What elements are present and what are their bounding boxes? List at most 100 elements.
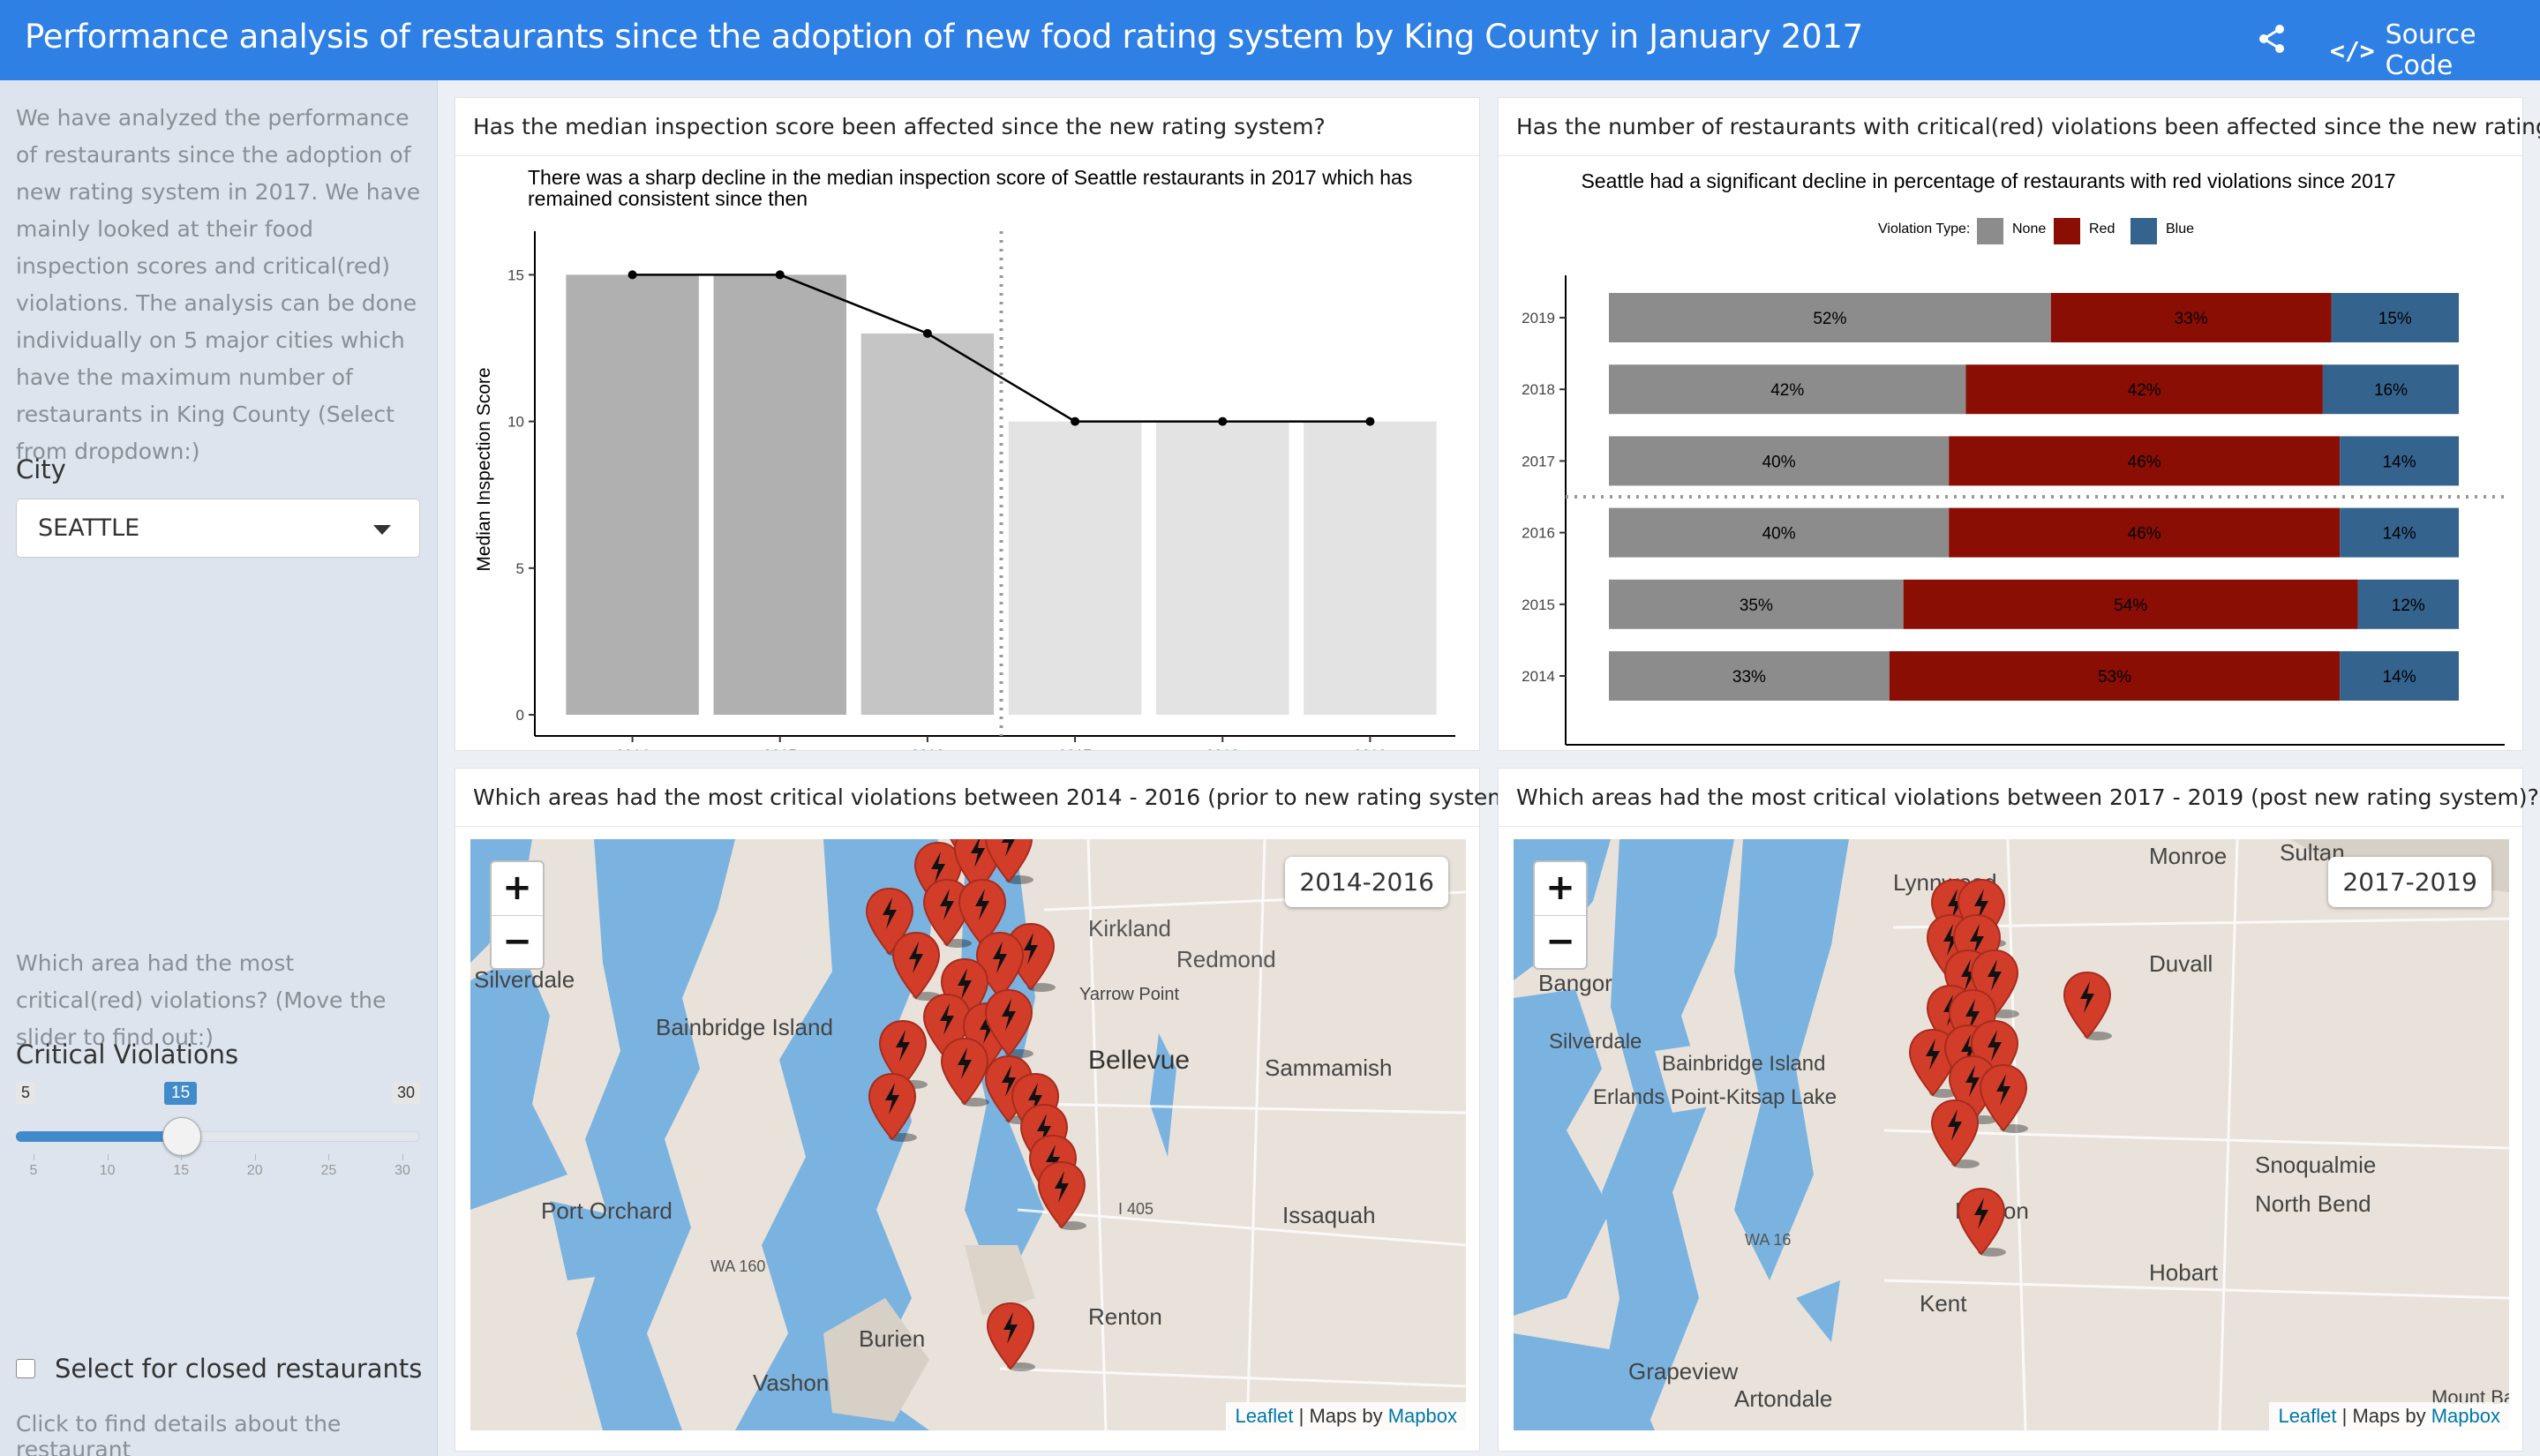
chart2-data-label: 14% xyxy=(2383,668,2416,687)
map-pre-zoom-out-button[interactable]: − xyxy=(492,915,543,968)
map-post-panel-title: Which areas had the most critical violat… xyxy=(1499,769,2539,827)
slider-handle[interactable] xyxy=(162,1117,201,1156)
attribution-separator: | Maps by xyxy=(2336,1405,2431,1427)
map-post-place-5: Silverdale xyxy=(1549,1030,1642,1054)
city-select-value: SEATTLE xyxy=(38,514,140,542)
chart2-data-label: 52% xyxy=(1813,310,1846,328)
chart1-point xyxy=(627,270,637,280)
app-header: Performance analysis of restaurants sinc… xyxy=(0,0,2540,81)
chart1-y-tick-label: 10 xyxy=(507,414,524,431)
chart1-x-tick-label: 2016 xyxy=(911,747,944,750)
chart2-data-label: 33% xyxy=(2175,310,2208,328)
chart1-x-tick-label: 2017 xyxy=(1058,747,1092,750)
source-code-label: Source Code xyxy=(2385,19,2476,81)
map-pre-lightning-marker-icon[interactable] xyxy=(1035,1160,1088,1231)
slider-tick-label: 30 xyxy=(395,1163,410,1178)
chart2-data-label: 42% xyxy=(1770,381,1804,400)
chart1-ylabel: Median Inspection Score xyxy=(474,367,494,571)
chart2-data-label: 42% xyxy=(2128,381,2161,400)
map-pre-place-0: Kirkland xyxy=(1088,915,1171,942)
chart1-point xyxy=(1365,417,1375,426)
chart1-bar xyxy=(1304,421,1437,715)
map-pre-place-4: Bellevue xyxy=(1088,1046,1190,1075)
map-post-place-11: Hobart xyxy=(2149,1259,2219,1286)
chart2-y-tick-label: 2015 xyxy=(1522,597,1555,613)
closed-restaurants-option[interactable]: Select for closed restaurants xyxy=(16,1354,422,1384)
mapbox-link[interactable]: Mapbox xyxy=(1388,1405,1457,1427)
slider-tick xyxy=(402,1154,403,1160)
code-icon: </> xyxy=(2330,35,2375,65)
mapbox-link[interactable]: Mapbox xyxy=(2431,1405,2500,1427)
chart1-y-tick-label: 15 xyxy=(507,266,524,283)
page-title: Performance analysis of restaurants sinc… xyxy=(25,18,1863,56)
critical-violations-slider[interactable]: 5 15 30 5 10 15 20 25 30 xyxy=(16,1082,420,1179)
map-post-attribution: Leaflet | Maps by Mapbox xyxy=(2269,1402,2509,1430)
map-pre[interactable]: Kirkland Redmond Bainbridge Island Silve… xyxy=(470,839,1466,1430)
slider-tick-label: 15 xyxy=(173,1163,190,1178)
map-pre-panel-title: Which areas had the most critical violat… xyxy=(455,769,1529,827)
chart1-bar xyxy=(1156,421,1289,715)
chart2-data-label: 15% xyxy=(2378,310,2412,328)
map-post-lightning-marker-icon[interactable] xyxy=(1928,1099,1981,1169)
slider-ticks: 5 10 15 20 25 30 xyxy=(16,1154,420,1181)
map-post-basemap[interactable]: Lynnwood Monroe Sultan Bangor Duvall Sil… xyxy=(1514,839,2509,1430)
map-pre-attribution: Leaflet | Maps by Mapbox xyxy=(1226,1402,1466,1430)
map-pre-lightning-marker-icon[interactable] xyxy=(890,931,943,1002)
slider-tick-label: 20 xyxy=(246,1163,263,1178)
share-icon[interactable] xyxy=(2255,21,2290,56)
map-post-panel: Which areas had the most critical violat… xyxy=(1498,768,2539,1452)
chart2-y-tick-label: 2017 xyxy=(1522,453,1555,469)
violations-panel-title: Has the number of restaurants with criti… xyxy=(1499,98,2540,156)
map-pre-place-5: Sammamish xyxy=(1265,1054,1392,1081)
map-pre-panel: Which areas had the most critical violat… xyxy=(455,768,1529,1452)
slider-tick xyxy=(328,1154,330,1160)
map-post-place-6: Bainbridge Island xyxy=(1662,1052,1825,1076)
details-hint: Click to find details about the restaura… xyxy=(16,1411,342,1456)
source-code-link[interactable]: </> Source Code xyxy=(2330,19,2540,81)
slider-tick-label: 5 xyxy=(29,1163,38,1178)
map-post-place-1: Monroe xyxy=(2149,843,2227,869)
map-post[interactable]: Lynnwood Monroe Sultan Bangor Duvall Sil… xyxy=(1514,839,2509,1430)
map-post-lightning-marker-icon[interactable] xyxy=(1977,1063,2030,1134)
map-post-zoom-in-button[interactable]: + xyxy=(1535,862,1586,915)
city-label: City xyxy=(16,454,66,484)
map-pre-place-7: Port Orchard xyxy=(541,1197,673,1224)
map-pre-place-12: WA 160 xyxy=(710,1257,765,1275)
chart2-data-label: 12% xyxy=(2392,597,2425,615)
critical-violations-label: Critical Violations xyxy=(16,1039,239,1069)
map-pre-place-6: Yarrow Point xyxy=(1079,985,1179,1004)
map-pre-place-2: Bainbridge Island xyxy=(656,1014,833,1040)
map-pre-zoom-control: + − xyxy=(490,860,545,970)
chart1-title-line1: There was a sharp decline in the median … xyxy=(528,166,1412,189)
chart1-x-tick-label: 2014 xyxy=(616,747,650,750)
map-pre-place-13: I 405 xyxy=(1118,1200,1154,1218)
chart2-legend-label: Blue xyxy=(2166,221,2194,236)
median-score-panel: Has the median inspection score been aff… xyxy=(455,97,1480,763)
chart2-data-label: 46% xyxy=(2128,525,2161,544)
map-post-lightning-marker-icon[interactable] xyxy=(2061,971,2114,1041)
closed-restaurants-checkbox[interactable] xyxy=(16,1359,35,1378)
map-pre-place-3: Silverdale xyxy=(474,966,575,993)
chart2-data-label: 53% xyxy=(2098,668,2131,687)
chart2-data-label: 46% xyxy=(2128,453,2161,471)
slider-tick xyxy=(107,1154,109,1160)
map-pre-lightning-marker-icon[interactable] xyxy=(984,1302,1037,1372)
leaflet-link[interactable]: Leaflet xyxy=(1235,1405,1293,1427)
city-select[interactable]: SEATTLE xyxy=(16,499,420,558)
intro-text: We have analyzed the performance of rest… xyxy=(16,105,421,464)
map-post-zoom-out-button[interactable]: − xyxy=(1535,915,1586,968)
map-post-place-3: Bangor xyxy=(1538,970,1612,996)
chart1-title-line2: remained consistent since then xyxy=(528,187,808,210)
map-post-lightning-marker-icon[interactable] xyxy=(1955,1187,2008,1257)
map-pre-place-1: Redmond xyxy=(1176,946,1276,972)
map-pre-zoom-in-button[interactable]: + xyxy=(492,862,543,915)
chart2-data-label: 40% xyxy=(1762,453,1796,471)
closed-restaurants-label: Select for closed restaurants xyxy=(55,1354,423,1384)
map-post-place-13: Grapeview xyxy=(1628,1358,1738,1385)
slider-max-label: 30 xyxy=(391,1082,420,1104)
map-pre-lightning-marker-icon[interactable] xyxy=(866,1072,919,1143)
chart1-point xyxy=(1071,417,1080,426)
chart2-data-label: 14% xyxy=(2383,525,2416,544)
chart1-point xyxy=(922,328,932,338)
leaflet-link[interactable]: Leaflet xyxy=(2278,1405,2336,1427)
